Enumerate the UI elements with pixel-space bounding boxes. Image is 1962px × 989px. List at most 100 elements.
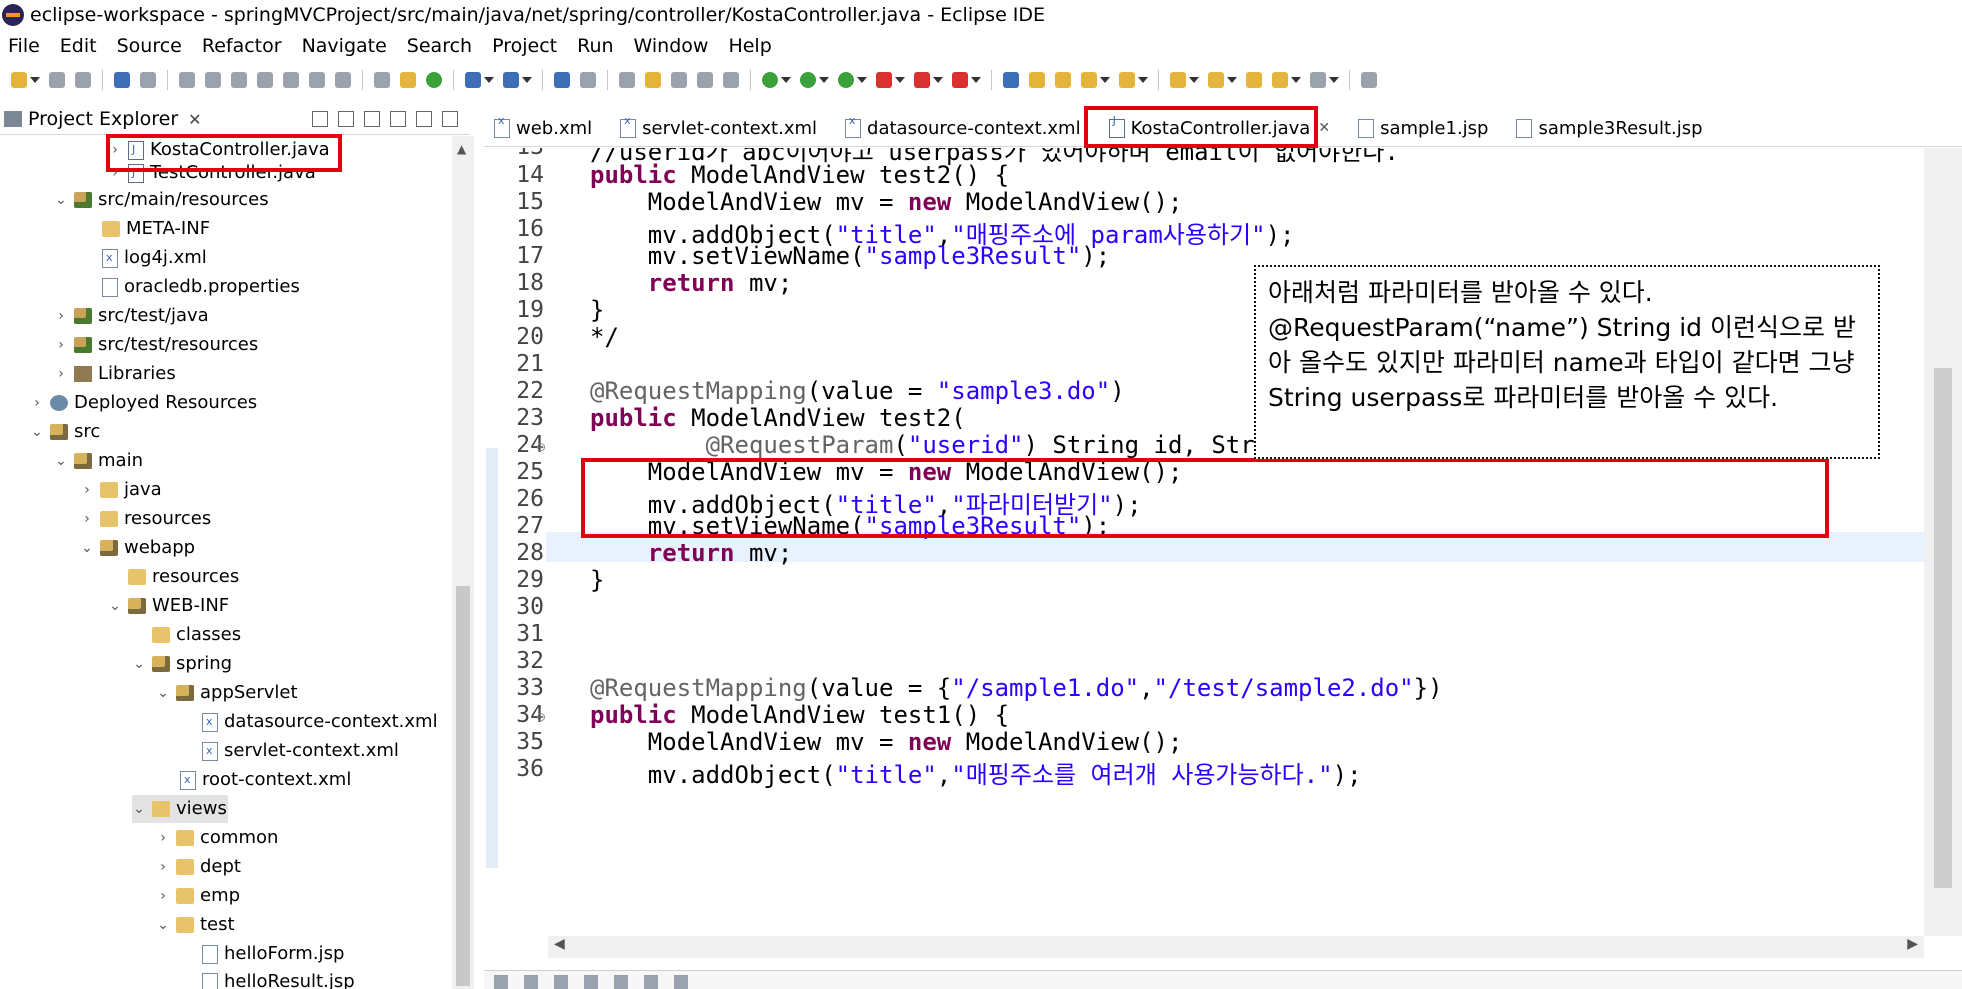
filter-icon[interactable] [364, 111, 380, 127]
editor-horizontal-scrollbar[interactable]: ◀ ▶ [548, 936, 1924, 958]
maximize-icon[interactable] [442, 111, 458, 127]
tree-item[interactable]: root-context.xml [160, 766, 351, 794]
fold-icon[interactable]: ⊖ [536, 440, 546, 454]
tree-item[interactable]: resources [108, 563, 239, 591]
menu-help[interactable]: Help [720, 35, 783, 57]
resume-icon[interactable] [179, 72, 195, 88]
tree-item[interactable]: › emp [156, 882, 240, 910]
close-tab-icon[interactable]: ✕ [1318, 120, 1330, 136]
tree-item[interactable]: helloResult.jsp [182, 968, 355, 989]
word-wrap-icon[interactable] [697, 72, 713, 88]
publish-icon[interactable] [952, 72, 968, 88]
tree-scrollbar[interactable]: ▲ [452, 136, 474, 989]
dropdown-icon[interactable] [819, 77, 829, 83]
expand-arrow-icon[interactable]: › [54, 331, 68, 359]
wrench-icon[interactable] [1081, 72, 1097, 88]
dropdown-icon[interactable] [933, 77, 943, 83]
tree-item[interactable]: META-INF [82, 215, 210, 243]
menu-file[interactable]: File [0, 35, 52, 57]
pin-icon[interactable] [619, 72, 635, 88]
tree-item[interactable]: › dept [156, 853, 241, 881]
expand-arrow-icon[interactable]: › [156, 882, 170, 910]
tree-item[interactable]: › java [80, 476, 162, 504]
back-icon[interactable] [1272, 72, 1288, 88]
skip-breakpoints-icon[interactable] [140, 72, 156, 88]
open-task-icon[interactable] [1029, 72, 1045, 88]
dropdown-icon[interactable] [1329, 77, 1339, 83]
collapse-arrow-icon[interactable]: ⌄ [30, 418, 44, 446]
tree-item[interactable]: classes [132, 621, 241, 649]
collapse-arrow-icon[interactable]: ⌄ [54, 186, 68, 214]
expand-arrow-icon[interactable]: › [80, 476, 94, 504]
terminate-icon[interactable] [231, 72, 247, 88]
tree-item[interactable]: servlet-context.xml [182, 737, 399, 765]
tree-item[interactable]: ⌄ src/main/resources [54, 186, 269, 214]
tree-item[interactable]: ⌄ main [54, 447, 143, 475]
tree-item[interactable]: › common [156, 824, 278, 852]
dropdown-icon[interactable] [1100, 77, 1110, 83]
save-icon[interactable] [49, 72, 65, 88]
expand-arrow-icon[interactable]: › [30, 389, 44, 417]
dropdown-icon[interactable] [1291, 77, 1301, 83]
globe-icon[interactable] [554, 72, 570, 88]
tree-item[interactable]: ⌄ src [30, 418, 100, 446]
mark-occurrences-icon[interactable] [645, 72, 661, 88]
previous-annotation-icon[interactable] [1208, 72, 1224, 88]
folder-icon[interactable] [1119, 72, 1135, 88]
close-icon[interactable]: ✕ [188, 110, 201, 129]
dropdown-icon[interactable] [971, 77, 981, 83]
build-icon[interactable] [400, 72, 416, 88]
fold-icon[interactable]: ⊖ [536, 710, 546, 724]
tab-sample3result-jsp[interactable]: sample3Result.jsp [1506, 110, 1720, 146]
scroll-right-icon[interactable]: ▶ [1907, 936, 1918, 952]
last-edit-icon[interactable] [1246, 72, 1262, 88]
tree-item[interactable]: ⌄ spring [132, 650, 232, 678]
collapse-arrow-icon[interactable]: ⌄ [108, 592, 122, 620]
tab-servlet-context-xml[interactable]: servlet-context.xml [610, 110, 835, 146]
dropdown-icon[interactable] [30, 77, 40, 83]
menu-run[interactable]: Run [569, 35, 625, 57]
tree-item[interactable]: oracledb.properties [82, 273, 300, 301]
collapse-arrow-icon[interactable]: ⌄ [132, 795, 146, 823]
dropdown-icon[interactable] [1227, 77, 1237, 83]
next-annotation-icon[interactable] [1170, 72, 1186, 88]
expand-arrow-icon[interactable]: › [54, 360, 68, 388]
link-with-editor-icon[interactable] [338, 111, 354, 127]
tree-item[interactable]: ⌄ WEB-INF [108, 592, 229, 620]
coverage-icon[interactable] [838, 72, 854, 88]
scroll-thumb[interactable] [1934, 368, 1952, 888]
step-into-icon[interactable] [283, 72, 299, 88]
open-perspective-icon[interactable] [1361, 72, 1377, 88]
suspend-icon[interactable] [205, 72, 221, 88]
properties-tab-icon[interactable] [524, 975, 538, 989]
dropdown-icon[interactable] [857, 77, 867, 83]
menu-search[interactable]: Search [399, 35, 484, 57]
tab-sample1-jsp[interactable]: sample1.jsp [1348, 110, 1506, 146]
toggle-block-icon[interactable] [671, 72, 687, 88]
scroll-left-icon[interactable]: ◀ [554, 936, 565, 952]
tree-item[interactable]: ⌄ webapp [80, 534, 195, 562]
markers-tab-icon[interactable] [494, 975, 508, 989]
collapse-arrow-icon[interactable]: ⌄ [156, 911, 170, 939]
tree-item[interactable]: › src/test/java [54, 302, 209, 330]
tree-item[interactable]: ⌄ appServlet [156, 679, 297, 707]
tree-item[interactable]: › src/test/resources [54, 331, 258, 359]
step-over-icon[interactable] [309, 72, 325, 88]
forward-icon[interactable] [1310, 72, 1326, 88]
tab-web-xml[interactable]: web.xml [484, 110, 610, 146]
dropdown-icon[interactable] [522, 77, 532, 83]
menu-navigate[interactable]: Navigate [294, 35, 399, 57]
step-return-icon[interactable] [335, 72, 351, 88]
new-java-class-icon[interactable] [503, 72, 519, 88]
menu-edit[interactable]: Edit [52, 35, 109, 57]
run-external-icon[interactable] [876, 72, 892, 88]
expand-arrow-icon[interactable]: › [156, 824, 170, 852]
new-icon[interactable] [11, 72, 27, 88]
tree-item[interactable]: › Deployed Resources [30, 389, 257, 417]
tree-item-selected[interactable]: ⌄ views [132, 795, 228, 823]
snippets-tab-icon[interactable] [584, 975, 598, 989]
tree-item[interactable]: log4j.xml [82, 244, 207, 272]
tab-datasource-context-xml[interactable]: datasource-context.xml [835, 110, 1099, 146]
dropdown-icon[interactable] [895, 77, 905, 83]
console-tab-icon[interactable] [614, 975, 628, 989]
